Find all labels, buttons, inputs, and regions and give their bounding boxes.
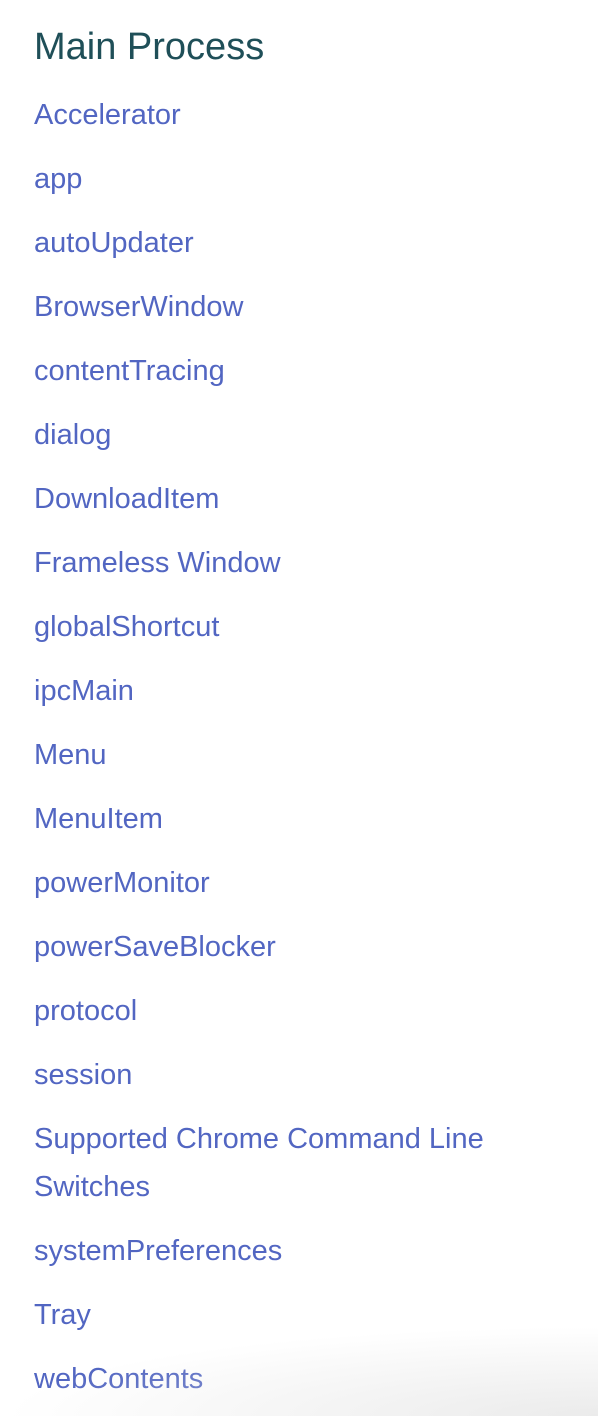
list-item: webContents: [34, 1355, 578, 1403]
list-item: globalShortcut: [34, 603, 578, 651]
nav-link-autoupdater[interactable]: autoUpdater: [34, 219, 194, 267]
nav-link-browserwindow[interactable]: BrowserWindow: [34, 283, 244, 331]
nav-link-protocol[interactable]: protocol: [34, 987, 137, 1035]
list-item: Menu: [34, 731, 578, 779]
nav-link-session[interactable]: session: [34, 1051, 132, 1099]
main-process-section: Main Process Accelerator app autoUpdater Br…: [34, 22, 578, 1419]
list-item: Accelerator: [34, 91, 578, 139]
list-item: MenuItem: [34, 795, 578, 843]
list-item: BrowserWindow: [34, 283, 578, 331]
nav-link-menuitem[interactable]: MenuItem: [34, 795, 163, 843]
nav-link-menu[interactable]: Menu: [34, 731, 107, 779]
nav-link-frameless-window[interactable]: Frameless Window: [34, 539, 281, 587]
list-item: Supported Chrome Command Line Switches: [34, 1115, 578, 1211]
nav-link-globalshortcut[interactable]: globalShortcut: [34, 603, 219, 651]
section-title: Main Process: [34, 26, 265, 68]
list-item: Tray: [34, 1291, 578, 1339]
list-item: Frameless Window: [34, 539, 578, 587]
nav-link-ipcmain[interactable]: ipcMain: [34, 667, 134, 715]
nav-link-dialog[interactable]: dialog: [34, 411, 111, 459]
list-item: dialog: [34, 411, 578, 459]
list-item: protocol: [34, 987, 578, 1035]
list-item: systemPreferences: [34, 1227, 578, 1275]
nav-link-powermonitor[interactable]: powerMonitor: [34, 859, 210, 907]
list-item: powerSaveBlocker: [34, 923, 578, 971]
nav-link-app[interactable]: app: [34, 155, 82, 203]
list-item: app: [34, 155, 578, 203]
list-item: contentTracing: [34, 347, 578, 395]
list-item: DownloadItem: [34, 475, 578, 523]
list-item: powerMonitor: [34, 859, 578, 907]
nav-link-webcontents[interactable]: webContents: [34, 1355, 203, 1403]
nav-link-downloaditem[interactable]: DownloadItem: [34, 475, 219, 523]
list-item: ipcMain: [34, 667, 578, 715]
list-item: session: [34, 1051, 578, 1099]
nav-link-supported-chrome-command-line-switches[interactable]: Supported Chrome Command Line Switches: [34, 1115, 578, 1211]
list-item: autoUpdater: [34, 219, 578, 267]
nav-link-accelerator[interactable]: Accelerator: [34, 91, 181, 139]
nav-link-contenttracing[interactable]: contentTracing: [34, 347, 225, 395]
nav-link-systempreferences[interactable]: systemPreferences: [34, 1227, 282, 1275]
nav-link-powersaveblocker[interactable]: powerSaveBlocker: [34, 923, 276, 971]
nav-link-tray[interactable]: Tray: [34, 1291, 91, 1339]
nav-list: Accelerator app autoUpdater BrowserWindow co…: [34, 91, 578, 1403]
